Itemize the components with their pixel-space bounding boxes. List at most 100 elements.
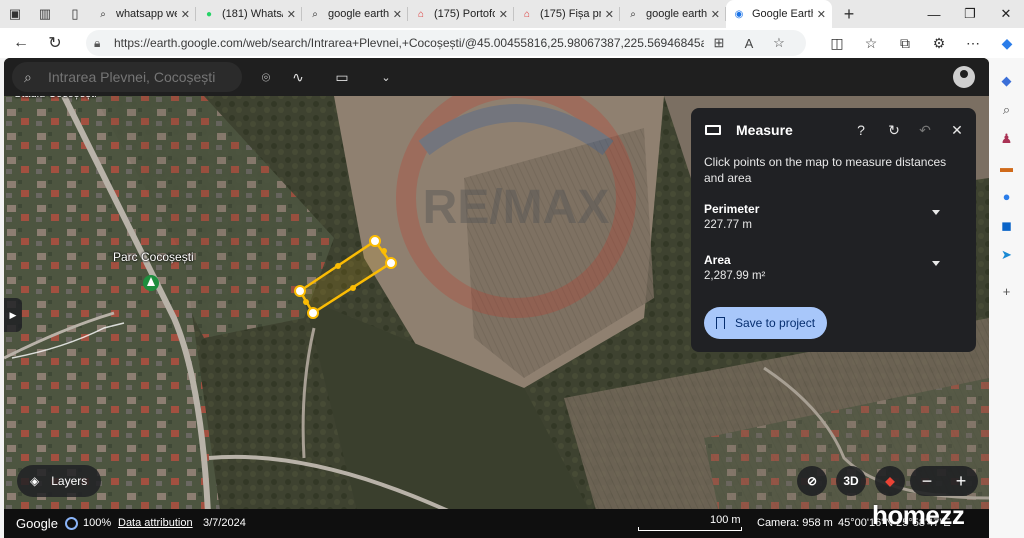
new-tab-button[interactable]: + bbox=[832, 0, 866, 28]
polygon-midpoint[interactable] bbox=[381, 248, 387, 254]
close-icon[interactable]: ✕ bbox=[947, 120, 967, 140]
back-icon[interactable]: ← bbox=[4, 28, 38, 58]
polygon-midpoint[interactable] bbox=[350, 285, 356, 291]
ruler-icon bbox=[705, 125, 721, 135]
site-info-icon[interactable]: 🔒︎ bbox=[94, 36, 114, 51]
close-tab-icon[interactable]: ✕ bbox=[605, 8, 614, 21]
path-icon[interactable]: ∿ bbox=[286, 65, 310, 89]
workspaces-icon[interactable]: ▣ bbox=[0, 0, 30, 28]
save-to-project-button[interactable]: Save to project bbox=[704, 307, 827, 339]
search-icon: ⌕ bbox=[630, 8, 636, 20]
measure-description: Click points on the map to measure dista… bbox=[704, 155, 947, 185]
perimeter-value: 227.77 m bbox=[704, 219, 752, 231]
restore-icon[interactable]: ❐ bbox=[952, 0, 988, 28]
polygon-vertex[interactable] bbox=[294, 285, 306, 297]
polygon-midpoint[interactable] bbox=[335, 263, 341, 269]
layers-button[interactable]: ◈ Layers bbox=[17, 465, 101, 497]
help-icon[interactable]: ? bbox=[851, 120, 871, 140]
address-bar-row: ← ↻ 🔒︎ https://earth.google.com/web/sear… bbox=[0, 28, 1024, 58]
add-sidebar-icon[interactable]: + bbox=[993, 277, 1021, 306]
search-icon: ⌕ bbox=[100, 8, 106, 20]
polygon-midpoint[interactable] bbox=[303, 299, 309, 305]
address-bar[interactable]: 🔒︎ https://earth.google.com/web/search/I… bbox=[86, 30, 806, 56]
earth-toolbar: ⌕ ⌾ ∿ ▭ ⌄ bbox=[4, 58, 989, 96]
close-tab-icon[interactable]: ✕ bbox=[499, 8, 508, 21]
layers-icon: ◈ bbox=[30, 474, 40, 488]
remax-icon: ⌂ bbox=[523, 8, 531, 20]
close-window-icon[interactable]: ✕ bbox=[988, 0, 1024, 28]
zoom-control: − + bbox=[910, 466, 978, 496]
close-tab-icon[interactable]: ✕ bbox=[817, 8, 826, 21]
location-pin-icon[interactable]: ⌾ bbox=[256, 65, 276, 89]
read-aloud-icon[interactable]: A bbox=[734, 36, 764, 51]
ruler-icon[interactable]: ▭ bbox=[330, 65, 354, 89]
three-d-button[interactable]: 3D bbox=[836, 466, 866, 496]
blank-page-icon[interactable]: ▯ bbox=[60, 0, 90, 28]
close-tab-icon[interactable]: ✕ bbox=[711, 8, 720, 21]
polygon-vertex[interactable] bbox=[385, 257, 397, 269]
perimeter-row[interactable]: Perimeter 227.77 m bbox=[704, 202, 964, 231]
tab-fisa[interactable]: ⌂ (175) Fișa pr ✕ bbox=[514, 0, 620, 28]
search-icon: ⌕ bbox=[312, 8, 318, 20]
homezz-watermark: homezz bbox=[872, 500, 965, 530]
measure-panel: Measure ? ↻ ↶ ✕ Click points on the map … bbox=[691, 108, 976, 352]
measure-title: Measure bbox=[736, 122, 793, 138]
outlook-icon[interactable]: ◼ bbox=[993, 211, 1021, 240]
favorites-icon[interactable]: ☆ bbox=[854, 28, 888, 58]
close-tab-icon[interactable]: ✕ bbox=[393, 8, 402, 21]
apps-icon[interactable]: ⊞ bbox=[704, 35, 734, 51]
chevron-down-icon[interactable]: ⌄ bbox=[376, 65, 396, 89]
tab-whatsapp[interactable]: ● (181) Whats/✕ bbox=[196, 0, 302, 28]
loading-ring-icon bbox=[65, 517, 78, 530]
split-screen-icon[interactable]: ◫ bbox=[820, 28, 854, 58]
close-tab-icon[interactable]: ✕ bbox=[181, 8, 190, 21]
place-label-park[interactable]: Parc Cocoșești bbox=[113, 250, 194, 264]
polygon-vertex[interactable] bbox=[307, 307, 319, 319]
compass-icon[interactable]: ◆ bbox=[875, 466, 905, 496]
area-row[interactable]: Area 2,287.99 m² bbox=[704, 253, 964, 282]
tab-actions-icon[interactable]: ▥ bbox=[30, 0, 60, 28]
data-attribution-link[interactable]: Data attribution bbox=[118, 517, 193, 529]
camera-altitude: Camera: 958 m bbox=[757, 517, 833, 529]
tag-icon[interactable]: ◆ bbox=[993, 66, 1021, 95]
zoom-in-button[interactable]: + bbox=[956, 471, 967, 492]
tab-portofoliu[interactable]: ⌂ (175) Portofo ✕ bbox=[408, 0, 514, 28]
measure-header: Measure ? ↻ ↶ ✕ bbox=[691, 108, 976, 152]
expand-panel-button[interactable]: ▶ bbox=[4, 298, 22, 332]
send-icon[interactable]: ➤ bbox=[993, 240, 1021, 269]
extensions-icon[interactable]: ⚙ bbox=[922, 28, 956, 58]
remax-watermark-text: RE/MAX bbox=[423, 181, 610, 234]
earth-search-input[interactable] bbox=[48, 69, 238, 85]
earth-search-box[interactable]: ⌕ bbox=[12, 62, 242, 92]
favorite-star-icon[interactable]: ☆ bbox=[764, 35, 794, 51]
refresh-icon[interactable]: ↻ bbox=[884, 120, 904, 140]
tools-icon[interactable]: ▬ bbox=[993, 153, 1021, 182]
minimize-icon[interactable]: — bbox=[916, 0, 952, 28]
refresh-icon[interactable]: ↻ bbox=[38, 28, 72, 58]
perimeter-label: Perimeter bbox=[704, 202, 760, 216]
chevron-down-icon[interactable] bbox=[932, 210, 940, 215]
tab-google-earth[interactable]: ◉ Google Earth ✕ bbox=[726, 0, 832, 28]
tab-google-earth-search[interactable]: ⌕ google earth ✕ bbox=[302, 0, 408, 28]
google-logo: Google bbox=[16, 516, 58, 531]
tab-google-earth-search-2[interactable]: ⌕ google earth ✕ bbox=[620, 0, 726, 28]
more-menu-icon[interactable]: ⋯ bbox=[956, 28, 990, 58]
close-tab-icon[interactable]: ✕ bbox=[287, 8, 296, 21]
polygon-vertex[interactable] bbox=[369, 235, 381, 247]
browser-tab-strip: ▣ ▥ ▯ ⌕ whatsapp we ✕ ● (181) Whats/✕ ⌕ goog… bbox=[0, 0, 1024, 28]
chevron-down-icon[interactable] bbox=[932, 261, 940, 266]
games-icon[interactable]: ♟ bbox=[993, 124, 1021, 153]
account-avatar-icon[interactable] bbox=[953, 66, 975, 88]
url-text[interactable]: https://earth.google.com/web/search/Intr… bbox=[114, 36, 704, 50]
copilot-sidebar-icon[interactable]: ● bbox=[993, 182, 1021, 211]
copilot-icon[interactable]: ◆ bbox=[990, 28, 1024, 58]
search-icon[interactable]: ⌕ bbox=[993, 95, 1021, 124]
tab-whatsapp-search[interactable]: ⌕ whatsapp we ✕ bbox=[90, 0, 196, 28]
map-view[interactable]: RE/MAX Stadiu Cocoșești Parc Cocoșești ⌕… bbox=[4, 58, 989, 538]
load-percent: 100% bbox=[83, 517, 112, 529]
undo-icon[interactable]: ↶ bbox=[915, 120, 935, 140]
zoom-out-button[interactable]: − bbox=[922, 471, 933, 492]
toggle-orientation-icon[interactable]: ⊘ bbox=[797, 466, 827, 496]
area-label: Area bbox=[704, 253, 731, 267]
collections-icon[interactable]: ⧉ bbox=[888, 28, 922, 58]
